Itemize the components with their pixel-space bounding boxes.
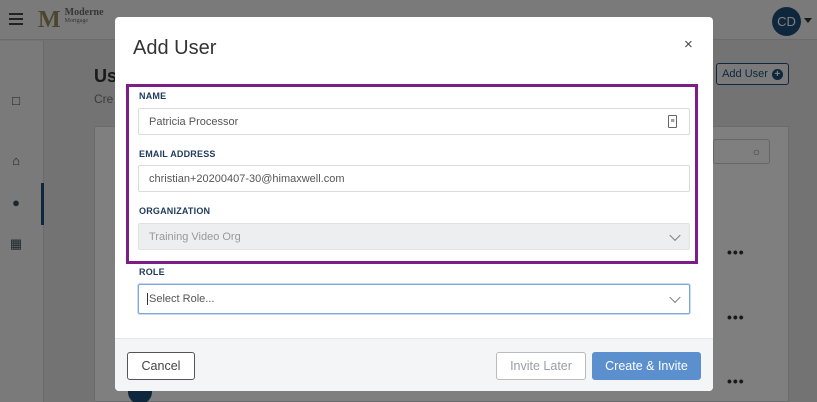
name-value: Patricia Processor bbox=[149, 115, 239, 128]
name-field[interactable]: Patricia Processor ≡ bbox=[138, 108, 690, 135]
organization-label: ORGANIZATION bbox=[139, 206, 211, 216]
contact-card-icon: ≡ bbox=[668, 115, 677, 128]
email-field[interactable]: christian+20200407-30@himaxwell.com bbox=[138, 165, 690, 192]
chevron-down-icon bbox=[669, 291, 681, 304]
organization-value: Training Video Org bbox=[149, 230, 241, 243]
chevron-down-icon bbox=[669, 229, 681, 241]
email-label: EMAIL ADDRESS bbox=[139, 149, 216, 159]
create-invite-button[interactable]: Create & Invite bbox=[592, 352, 701, 380]
cancel-button[interactable]: Cancel bbox=[127, 352, 195, 380]
modal-footer: Cancel Invite Later Create & Invite bbox=[115, 338, 713, 391]
add-user-modal: Add User × NAME Patricia Processor ≡ EMA… bbox=[115, 17, 713, 391]
close-icon[interactable]: × bbox=[684, 36, 693, 53]
modal-title: Add User bbox=[133, 37, 217, 59]
role-label: ROLE bbox=[139, 267, 165, 277]
organization-select: Training Video Org bbox=[138, 223, 690, 250]
name-label: NAME bbox=[139, 91, 167, 101]
email-value: christian+20200407-30@himaxwell.com bbox=[149, 172, 345, 185]
text-cursor bbox=[147, 293, 148, 305]
invite-later-button[interactable]: Invite Later bbox=[496, 352, 586, 380]
role-select[interactable]: Select Role... bbox=[138, 284, 690, 314]
role-placeholder: Select Role... bbox=[149, 293, 215, 305]
